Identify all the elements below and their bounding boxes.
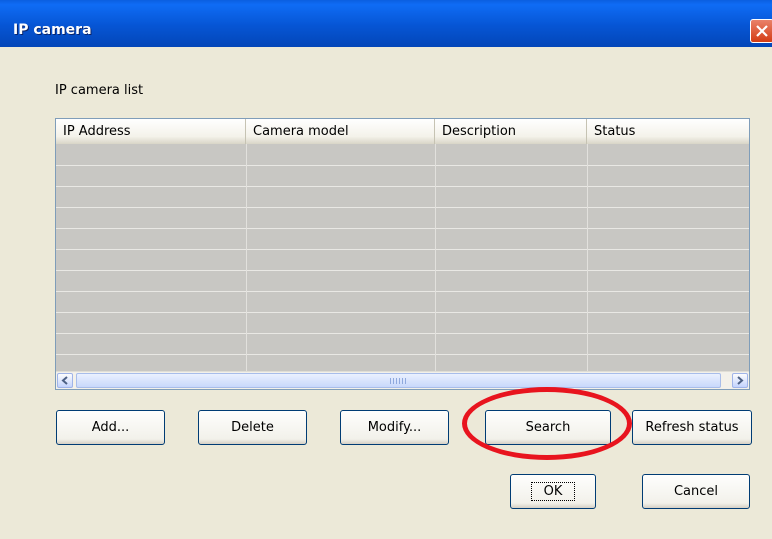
scroll-right-button[interactable] [732, 373, 748, 388]
list-header: IP Address Camera model Description Stat… [56, 119, 749, 145]
scroll-grip [390, 378, 406, 384]
column-divider [587, 144, 588, 373]
list-item [56, 312, 749, 334]
chevron-left-icon [61, 376, 68, 385]
column-status[interactable]: Status [587, 119, 749, 144]
ip-camera-dialog: IP camera IP camera list IP Address Came… [0, 0, 772, 539]
list-item [56, 186, 749, 208]
column-ip-address[interactable]: IP Address [56, 119, 246, 144]
list-item [56, 291, 749, 313]
close-button[interactable] [750, 19, 772, 43]
list-item [56, 144, 749, 166]
column-description[interactable]: Description [435, 119, 587, 144]
title-bar: IP camera [0, 0, 772, 47]
list-body [56, 144, 749, 376]
window-title: IP camera [13, 22, 92, 38]
scroll-thumb[interactable] [76, 373, 721, 388]
list-item [56, 228, 749, 250]
ok-button[interactable]: OK [510, 474, 596, 509]
close-icon [756, 25, 768, 37]
list-item [56, 207, 749, 229]
refresh-status-button[interactable]: Refresh status [632, 410, 752, 445]
column-divider [246, 144, 247, 373]
list-item [56, 249, 749, 271]
camera-list-label: IP camera list [55, 83, 144, 98]
modify-button[interactable]: Modify... [340, 410, 449, 445]
cancel-button[interactable]: Cancel [642, 474, 750, 509]
horizontal-scrollbar[interactable] [56, 371, 749, 389]
ok-button-label: OK [530, 482, 576, 501]
delete-button[interactable]: Delete [198, 410, 307, 445]
chevron-right-icon [737, 376, 744, 385]
list-item [56, 333, 749, 355]
column-camera-model[interactable]: Camera model [246, 119, 435, 144]
column-divider [435, 144, 436, 373]
camera-list[interactable]: IP Address Camera model Description Stat… [55, 118, 750, 390]
add-button[interactable]: Add... [56, 410, 165, 445]
list-item [56, 270, 749, 292]
list-item [56, 165, 749, 187]
search-button[interactable]: Search [485, 410, 611, 445]
scroll-left-button[interactable] [57, 373, 73, 388]
